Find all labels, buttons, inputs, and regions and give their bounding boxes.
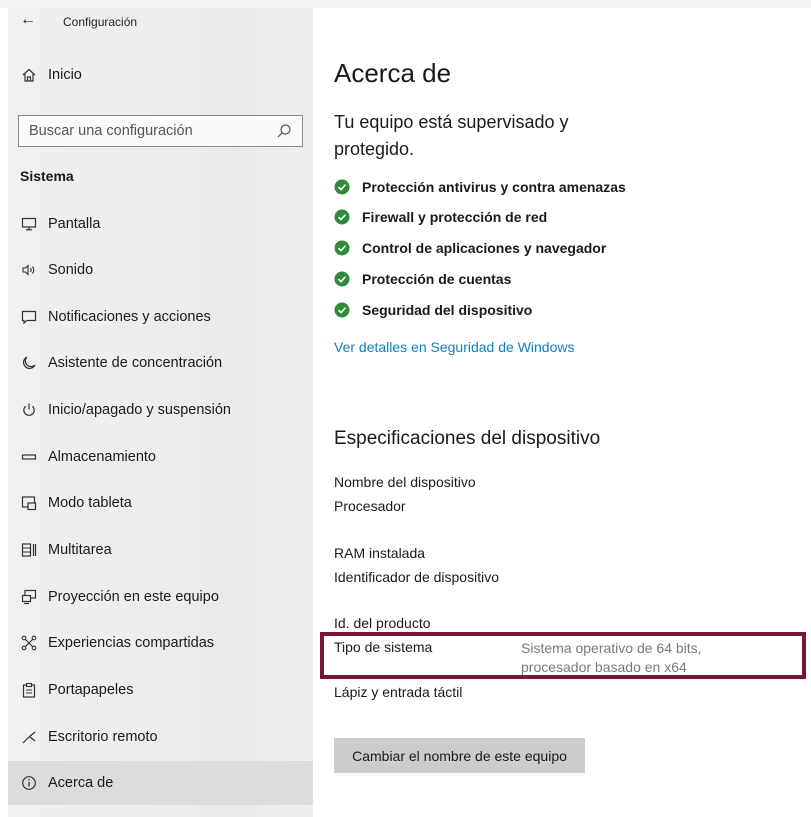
sidebar-item-label: Portapapeles: [48, 682, 134, 698]
sidebar-item-label: Acerca de: [48, 775, 114, 791]
sidebar-item-label: Almacenamiento: [48, 449, 156, 465]
sidebar-item-label: Experiencias compartidas: [48, 635, 215, 651]
protection-label: Protección antivirus y contra amenazas: [362, 179, 626, 195]
protection-label: Firewall y protección de red: [362, 209, 548, 225]
spec-ram-label: RAM instalada: [334, 545, 426, 561]
protection-label: Control de aplicaciones y navegador: [362, 240, 607, 256]
clipboard-icon: [20, 681, 38, 699]
protection-item: Protección de cuentas: [334, 269, 511, 289]
search-input[interactable]: [19, 116, 269, 146]
sidebar-item-home[interactable]: Inicio: [8, 53, 313, 97]
back-arrow-icon[interactable]: ←: [20, 11, 36, 29]
spec-product-id-label: Id. del producto: [334, 615, 431, 631]
protection-item: Protección antivirus y contra amenazas: [334, 177, 626, 197]
page-title: Acerca de: [334, 58, 452, 88]
protection-item: Control de aplicaciones y navegador: [334, 238, 606, 258]
check-circle-icon: [334, 302, 350, 318]
sidebar-item-portapapeles[interactable]: Portapapeles: [8, 668, 313, 712]
check-circle-icon: [334, 271, 350, 287]
sidebar-item-label: Sonido: [48, 262, 94, 278]
speaker-icon: [20, 261, 38, 279]
search-icon[interactable]: [276, 123, 292, 139]
sidebar-item-label: Inicio/apagado y suspensión: [48, 402, 231, 418]
spec-device-name-label: Nombre del dispositivo: [334, 474, 476, 490]
sidebar-item-concentracion[interactable]: Asistente de concentración: [8, 341, 313, 385]
moon-icon: [20, 354, 38, 372]
windows-security-link[interactable]: Ver detalles en Seguridad de Windows: [334, 339, 574, 355]
protection-item: Seguridad del dispositivo: [334, 300, 532, 320]
spec-processor-label: Procesador: [334, 498, 406, 514]
sidebar-item-multitarea[interactable]: Multitarea: [8, 528, 313, 572]
sidebar-item-label: Inicio: [48, 67, 82, 83]
window-title: Configuración: [63, 15, 138, 29]
window-top-strip: [0, 0, 811, 8]
sidebar-item-label: Escritorio remoto: [48, 729, 158, 745]
sidebar-item-sonido[interactable]: Sonido: [8, 248, 313, 292]
check-circle-icon: [334, 179, 350, 195]
sidebar-item-acerca-de[interactable]: Acerca de: [8, 761, 313, 805]
sidebar-item-pantalla[interactable]: Pantalla: [8, 202, 313, 246]
projection-icon: [20, 588, 38, 606]
sidebar-item-almacenamiento[interactable]: Almacenamiento: [8, 435, 313, 479]
spec-pen-touch-label: Lápiz y entrada táctil: [334, 684, 463, 700]
sidebar-item-label: Pantalla: [48, 216, 101, 232]
sidebar-item-notificaciones[interactable]: Notificaciones y acciones: [8, 295, 313, 339]
sidebar-item-energia[interactable]: Inicio/apagado y suspensión: [8, 388, 313, 432]
sidebar-item-proyeccion[interactable]: Proyección en este equipo: [8, 575, 313, 619]
sidebar-item-label: Proyección en este equipo: [48, 589, 219, 605]
sidebar-item-tableta[interactable]: Modo tableta: [8, 481, 313, 525]
info-icon: [20, 774, 38, 792]
check-circle-icon: [334, 209, 350, 225]
storage-icon: [20, 448, 38, 466]
sidebar-item-label: Asistente de concentración: [48, 355, 223, 371]
protection-item: Firewall y protección de red: [334, 207, 547, 227]
check-circle-icon: [334, 240, 350, 256]
spec-device-id-label: Identificador de dispositivo: [334, 569, 499, 585]
sidebar-item-experiencias[interactable]: Experiencias compartidas: [8, 621, 313, 665]
multitask-icon: [20, 541, 38, 559]
sidebar-item-escritorio-remoto[interactable]: Escritorio remoto: [8, 715, 313, 759]
section-title: Sistema: [20, 168, 74, 184]
power-icon: [20, 401, 38, 419]
protection-status-heading: Tu equipo está supervisado y protegido.: [334, 112, 569, 159]
protection-label: Seguridad del dispositivo: [362, 302, 533, 318]
sidebar-item-label: Modo tableta: [48, 495, 132, 511]
home-icon: [20, 66, 38, 84]
tablet-icon: [20, 494, 38, 512]
remote-desktop-icon: [20, 728, 38, 746]
rename-pc-button[interactable]: Cambiar el nombre de este equipo: [334, 738, 585, 773]
sidebar: ← Configuración Inicio Sistema Pantalla …: [8, 8, 313, 817]
specs-title: Especificaciones del dispositivo: [334, 428, 601, 449]
share-icon: [20, 634, 38, 652]
search-box[interactable]: [18, 115, 303, 147]
highlight-box: [320, 632, 806, 679]
sidebar-item-label: Notificaciones y acciones: [48, 309, 211, 325]
monitor-icon: [20, 215, 38, 233]
title-bar: ← Configuración: [8, 8, 313, 38]
protection-label: Protección de cuentas: [362, 271, 512, 287]
sidebar-item-label: Multitarea: [48, 542, 112, 558]
notification-icon: [20, 308, 38, 326]
